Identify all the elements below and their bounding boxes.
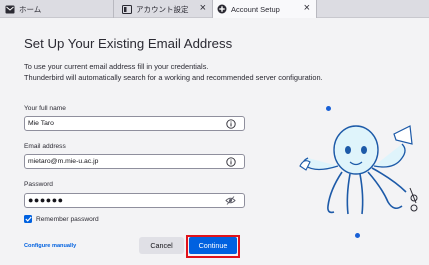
tab-bar: ホーム アカウント設定 × Account Setup × — [0, 0, 429, 18]
tab-account-settings-label: アカウント設定 — [136, 4, 189, 14]
decorative-dot — [355, 233, 360, 238]
email-label: Email address — [24, 143, 66, 150]
remember-password-checkbox[interactable] — [24, 215, 32, 223]
remember-password-row[interactable]: Remember password — [24, 215, 99, 223]
configure-manually-link[interactable]: Configure manually — [24, 243, 76, 249]
full-name-label: Your full name — [24, 105, 66, 112]
full-name-field[interactable]: Mie Taro — [24, 116, 245, 131]
password-field[interactable]: ●●●●●● — [24, 193, 245, 208]
eye-slash-icon[interactable] — [225, 195, 236, 206]
continue-button[interactable]: Continue — [189, 237, 237, 254]
home-mail-icon — [5, 4, 15, 14]
account-setup-icon — [217, 4, 227, 14]
remember-password-label: Remember password — [36, 215, 99, 223]
tab-home-label: ホーム — [19, 4, 42, 14]
octopus-mascot-illustration — [298, 118, 428, 223]
password-value: ●●●●●● — [28, 195, 64, 205]
tab-account-settings[interactable]: アカウント設定 × — [113, 0, 212, 18]
page-title: Set Up Your Existing Email Address — [24, 36, 233, 51]
info-icon[interactable] — [225, 156, 236, 167]
tab-home[interactable]: ホーム — [0, 0, 113, 18]
decorative-dot — [326, 106, 331, 111]
close-icon[interactable]: × — [200, 2, 206, 14]
close-icon[interactable]: × — [304, 2, 310, 14]
tab-account-setup[interactable]: Account Setup × — [212, 0, 317, 18]
email-value: mietaro@m.mie-u.ac.jp — [28, 158, 99, 165]
cancel-button[interactable]: Cancel — [139, 237, 184, 254]
intro-text-line-2: Thunderbird will automatically search fo… — [24, 73, 323, 82]
email-field[interactable]: mietaro@m.mie-u.ac.jp — [24, 154, 245, 169]
password-label: Password — [24, 181, 53, 188]
account-settings-icon — [122, 4, 132, 14]
full-name-value: Mie Taro — [28, 120, 54, 127]
tab-account-setup-label: Account Setup — [231, 4, 280, 14]
info-icon[interactable] — [225, 118, 236, 129]
intro-text-line-1: To use your current email address fill i… — [24, 62, 209, 71]
